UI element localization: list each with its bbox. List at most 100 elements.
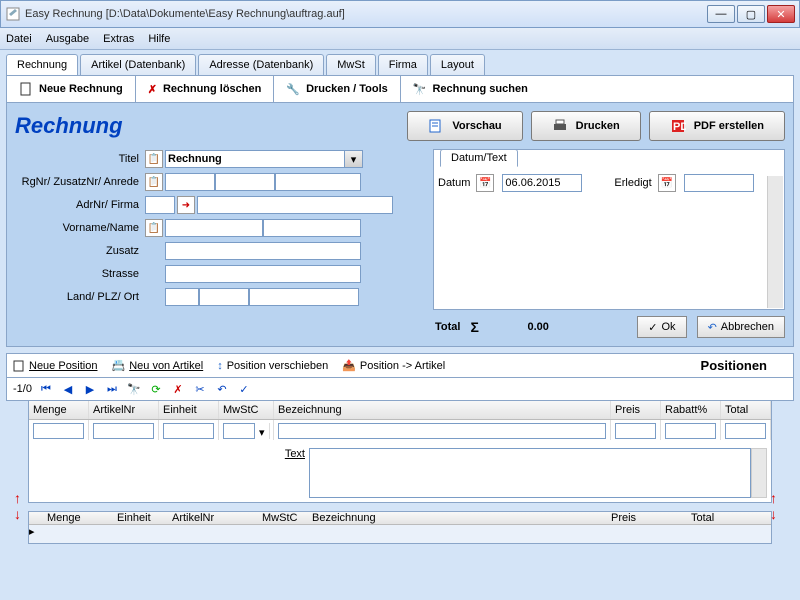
print-tools-button[interactable]: 🔧 Drucken / Tools [274, 76, 400, 102]
titlebar: Easy Rechnung [D:\Data\Dokumente\Easy Re… [0, 0, 800, 28]
move-down-right-icon[interactable]: ↓ [770, 507, 784, 521]
menu-extras[interactable]: Extras [103, 33, 134, 45]
col2-total: Total [691, 512, 771, 524]
adrnr-input[interactable] [145, 196, 175, 214]
move-up-left-icon[interactable]: ↑ [14, 491, 28, 505]
nav-search-icon[interactable]: 🔭 [126, 381, 142, 397]
plz-input[interactable] [199, 288, 249, 306]
row-selector-icon[interactable]: ▸ [29, 525, 47, 543]
zusatz-input[interactable] [165, 242, 361, 260]
print-button[interactable]: Drucken [531, 111, 641, 141]
document-toolbar: Neue Rechnung ✗ Rechnung löschen 🔧 Druck… [6, 76, 794, 103]
delete-invoice-label: Rechnung löschen [163, 83, 261, 95]
title-picker-icon[interactable]: 📋 [145, 150, 163, 168]
datum-tab[interactable]: Datum/Text [440, 149, 518, 167]
position-list-row[interactable]: ▸ [29, 525, 771, 543]
strasse-label: Strasse [15, 268, 145, 280]
mwst-dropdown-icon[interactable]: ▾ [255, 423, 270, 439]
land-input[interactable] [165, 288, 199, 306]
tab-mwst[interactable]: MwSt [326, 54, 376, 75]
col-preis: Preis [611, 401, 661, 419]
tab-rechnung[interactable]: Rechnung [6, 54, 78, 75]
title-dropdown-icon[interactable]: ▾ [345, 150, 363, 168]
window-title: Easy Rechnung [D:\Data\Dokumente\Easy Re… [25, 8, 705, 20]
artnr-input[interactable] [93, 423, 154, 439]
menu-ausgabe[interactable]: Ausgabe [46, 33, 89, 45]
menu-hilfe[interactable]: Hilfe [148, 33, 170, 45]
nav-delete-icon[interactable]: ✗ [170, 381, 186, 397]
tab-firma[interactable]: Firma [378, 54, 428, 75]
pdf-button[interactable]: PDF PDF erstellen [649, 111, 785, 141]
close-button[interactable]: ✕ [767, 5, 795, 23]
nav-prev-icon[interactable]: ◀ [60, 381, 76, 397]
menu-datei[interactable]: Datei [6, 33, 32, 45]
rabatt-input[interactable] [665, 423, 716, 439]
tab-layout[interactable]: Layout [430, 54, 485, 75]
tab-artikel[interactable]: Artikel (Datenbank) [80, 54, 196, 75]
vorname-picker-icon[interactable]: 📋 [145, 219, 163, 237]
anrede-input[interactable] [275, 173, 361, 191]
col2-menge: Menge [47, 512, 117, 524]
rgnr-label: RgNr/ ZusatzNr/ Anrede [15, 176, 145, 188]
nav-toolbar: -1/0 ⏮ ◀ ▶ ⏭ 🔭 ⟳ ✗ ✂ ↶ ✓ [6, 378, 794, 401]
search-invoice-button[interactable]: 🔭 Rechnung suchen [401, 76, 540, 102]
name-input[interactable] [263, 219, 361, 237]
new-invoice-button[interactable]: Neue Rechnung [7, 76, 136, 102]
print-label: Drucken [576, 120, 620, 132]
title-label: Titel [15, 153, 145, 165]
pdf-icon: PDF [670, 118, 686, 134]
move-up-right-icon[interactable]: ↑ [770, 491, 784, 505]
position-edit-row[interactable]: ▾ [29, 420, 771, 440]
datum-label: Datum [438, 177, 470, 189]
vorname-input[interactable] [165, 219, 263, 237]
rgnr-input[interactable] [165, 173, 215, 191]
datum-input[interactable] [502, 174, 582, 192]
preview-button[interactable]: Vorschau [407, 111, 522, 141]
ok-button[interactable]: ✓Ok [637, 316, 686, 338]
einheit-input[interactable] [163, 423, 214, 439]
app-icon [5, 6, 21, 22]
ort-input[interactable] [249, 288, 359, 306]
delete-invoice-button[interactable]: ✗ Rechnung löschen [136, 76, 275, 102]
datum-calendar-icon[interactable]: 📅 [476, 174, 494, 192]
datum-scrollbar[interactable] [767, 176, 783, 308]
title-combo[interactable] [165, 150, 345, 168]
erledigt-calendar-icon[interactable]: 📅 [658, 174, 676, 192]
zusatznr-input[interactable] [215, 173, 275, 191]
nav-undo-icon[interactable]: ↶ [214, 381, 230, 397]
rgnr-picker-icon[interactable]: 📋 [145, 173, 163, 191]
to-artikel-button[interactable]: 📤 Position -> Artikel [342, 359, 445, 372]
text-scrollbar[interactable] [751, 448, 767, 498]
erledigt-label: Erledigt [614, 177, 651, 189]
nav-next-icon[interactable]: ▶ [82, 381, 98, 397]
updown-icon: ↕ [217, 360, 223, 372]
menge-input[interactable] [33, 423, 84, 439]
tab-adresse[interactable]: Adresse (Datenbank) [198, 54, 324, 75]
col-bezeichnung: Bezeichnung [274, 401, 611, 419]
preis-input[interactable] [615, 423, 656, 439]
position-text-input[interactable] [309, 448, 751, 498]
move-down-left-icon[interactable]: ↓ [14, 507, 28, 521]
nav-first-icon[interactable]: ⏮ [38, 381, 54, 397]
bezeichnung-input[interactable] [278, 423, 606, 439]
new-position-button[interactable]: Neue Position [13, 360, 98, 372]
minimize-button[interactable]: — [707, 5, 735, 23]
strasse-input[interactable] [165, 265, 361, 283]
new-position-label: Neue Position [29, 360, 98, 372]
mwst-input[interactable] [223, 423, 255, 439]
nav-last-icon[interactable]: ⏭ [104, 381, 120, 397]
new-from-artikel-button[interactable]: 📇 Neu von Artikel [112, 359, 204, 372]
cancel-button[interactable]: ↶Abbrechen [697, 316, 785, 338]
col2-bezeichnung: Bezeichnung [312, 512, 611, 524]
print-tools-label: Drucken / Tools [306, 83, 388, 95]
maximize-button[interactable]: ▢ [737, 5, 765, 23]
firma-input[interactable] [197, 196, 393, 214]
erledigt-input[interactable] [684, 174, 754, 192]
total-input[interactable] [725, 423, 766, 439]
move-position-button[interactable]: ↕ Position verschieben [217, 360, 328, 372]
nav-cut-icon[interactable]: ✂ [192, 381, 208, 397]
cancel-label: Abbrechen [721, 321, 774, 333]
nav-confirm-icon[interactable]: ✓ [236, 381, 252, 397]
adrnr-arrow-icon[interactable]: ➜ [177, 196, 195, 214]
nav-refresh-icon[interactable]: ⟳ [148, 381, 164, 397]
